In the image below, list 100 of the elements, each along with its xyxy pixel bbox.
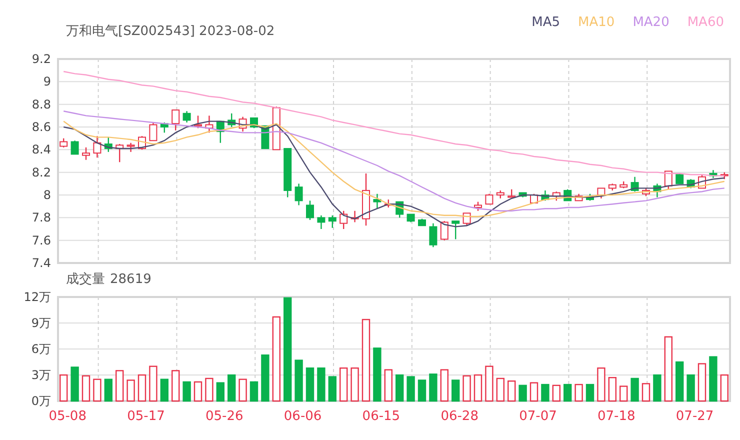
candlestick — [272, 106, 280, 150]
date-label: 06-06 — [284, 409, 322, 424]
volume-bar — [384, 369, 392, 402]
volume-bar — [720, 374, 728, 402]
volume-bar — [530, 382, 538, 402]
volume-bar — [205, 378, 214, 402]
volume-bar — [406, 376, 415, 402]
volume-bar — [452, 380, 460, 402]
volume-bar — [541, 384, 550, 402]
candlestick — [373, 194, 382, 209]
candlestick — [116, 144, 124, 162]
candlestick — [440, 221, 448, 240]
candlestick — [126, 142, 135, 152]
volume-value: 28619 — [110, 272, 152, 286]
candlestick — [406, 214, 415, 222]
volume-bar — [228, 374, 236, 402]
volume-bar — [440, 369, 448, 402]
candlestick — [194, 116, 202, 128]
volume-bar — [216, 382, 224, 402]
candlestick — [317, 215, 326, 229]
volume-bar — [182, 381, 191, 402]
candlestick — [238, 116, 247, 132]
candlestick — [664, 170, 672, 190]
candlestick — [60, 138, 68, 148]
volume-bar — [138, 374, 146, 402]
candlestick — [496, 190, 504, 198]
volume-bar — [653, 374, 662, 402]
candlestick — [418, 218, 426, 226]
volume-bar — [104, 378, 112, 402]
volume-bar — [294, 360, 303, 402]
candlestick — [93, 136, 102, 158]
axis-label: 8 — [43, 188, 51, 202]
candlestick — [676, 173, 684, 184]
date-label: 05-08 — [48, 409, 86, 424]
volume-bar — [664, 336, 672, 402]
axis-label: 7.8 — [32, 210, 51, 225]
candlestick — [508, 189, 516, 198]
volume-bar — [70, 366, 79, 402]
legend-label: MA60 — [687, 15, 724, 32]
axis-label: 9万 — [31, 316, 51, 330]
volume-bar — [328, 376, 336, 402]
axis-label: 7.6 — [32, 233, 51, 248]
axis-label: 12万 — [24, 290, 51, 304]
volume-bar — [429, 374, 438, 402]
candlestick — [485, 194, 494, 205]
candlestick — [82, 147, 90, 160]
volume-bar — [698, 363, 706, 402]
volume-bar — [552, 384, 560, 402]
candlestick — [362, 173, 370, 226]
axis-label: 8.4 — [32, 142, 51, 157]
candlestick — [474, 202, 482, 211]
volume-bar — [709, 356, 718, 402]
date-label: 06-28 — [440, 409, 478, 424]
candlestick — [284, 148, 292, 198]
axis-label: 0万 — [31, 394, 51, 408]
date-label: 07-27 — [676, 409, 714, 424]
candlestick — [518, 192, 527, 198]
candlestick — [104, 137, 112, 152]
axis-label: 8.6 — [32, 120, 51, 134]
candlestick — [149, 122, 158, 142]
volume-bar — [485, 366, 494, 402]
candlestick — [182, 111, 191, 122]
volume-bar — [496, 378, 504, 402]
axis-label: 3万 — [31, 368, 51, 382]
volume-bar — [340, 367, 348, 402]
candlestick — [350, 210, 359, 222]
candlestick — [294, 184, 303, 206]
axis-label: 9.2 — [32, 52, 51, 66]
volume-bar — [261, 354, 270, 402]
volume-bar — [350, 367, 359, 402]
volume-bar — [508, 380, 516, 402]
candlestick — [552, 192, 560, 201]
candlestick — [216, 120, 224, 143]
volume-bar — [306, 367, 314, 402]
volume-bar — [317, 367, 326, 402]
candlestick — [429, 223, 438, 248]
candlestick — [720, 172, 728, 180]
volume-bar — [194, 381, 202, 402]
volume-bar — [373, 348, 382, 402]
volume-bar — [474, 374, 482, 402]
volume-bar — [686, 374, 695, 402]
volume-bar — [238, 378, 247, 402]
candlestick — [574, 194, 583, 202]
legend-label: MA10 — [578, 15, 615, 32]
candlestick — [70, 140, 79, 155]
candlestick — [586, 194, 594, 201]
volume-bar — [160, 378, 168, 402]
volume-bar — [676, 361, 684, 402]
candlestick — [452, 220, 460, 240]
volume-bar — [149, 366, 158, 402]
candlestick — [160, 122, 168, 133]
volume-bar — [630, 378, 639, 402]
volume-bar — [126, 380, 135, 402]
candlestick — [205, 116, 214, 133]
volume-bar — [620, 386, 628, 402]
volume-bar — [418, 380, 426, 402]
volume-bar — [574, 384, 583, 402]
candlestick — [328, 215, 336, 228]
date-label: 05-26 — [206, 409, 244, 424]
date-label: 05-17 — [127, 409, 165, 424]
